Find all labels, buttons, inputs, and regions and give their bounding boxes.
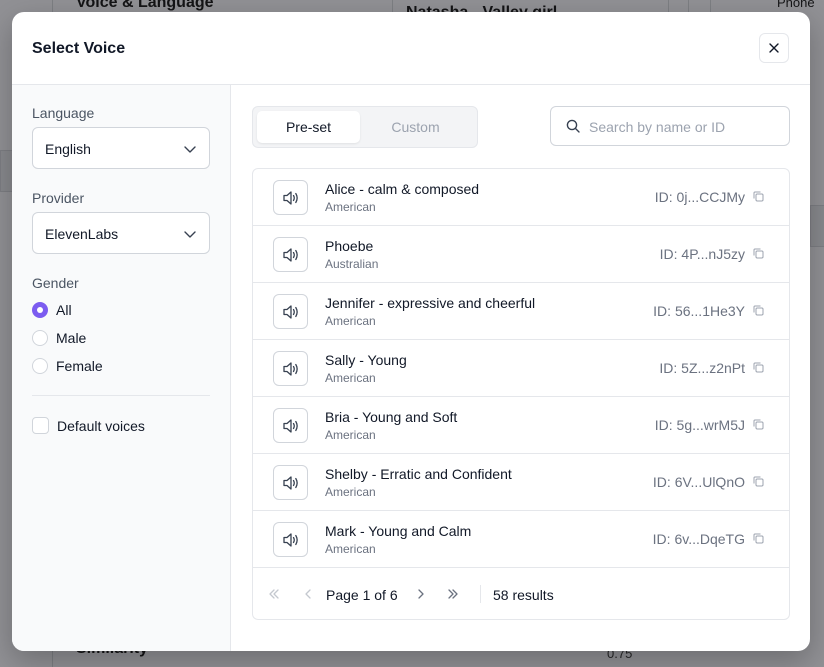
copy-icon[interactable] xyxy=(753,248,764,259)
play-preview-button[interactable] xyxy=(273,465,308,500)
speaker-icon xyxy=(282,190,298,205)
search-input[interactable] xyxy=(587,115,781,139)
search-icon xyxy=(566,119,580,133)
pagination: Page 1 of 6 58 results xyxy=(253,569,789,619)
speaker-icon xyxy=(282,532,298,547)
speaker-icon xyxy=(282,361,298,376)
speaker-icon xyxy=(282,304,298,319)
voice-id: ID: 4P...nJ5zy xyxy=(659,246,745,262)
last-page-icon[interactable] xyxy=(446,587,460,601)
radio-button[interactable] xyxy=(32,302,48,318)
provider-select[interactable]: ElevenLabs xyxy=(32,212,210,254)
voice-id: ID: 6v...DqeTG xyxy=(652,531,745,547)
previous-page-icon[interactable] xyxy=(301,587,315,601)
copy-icon[interactable] xyxy=(753,419,764,430)
chevron-down-icon xyxy=(184,146,196,153)
play-preview-button[interactable] xyxy=(273,351,308,386)
copy-icon[interactable] xyxy=(753,362,764,373)
speaker-icon xyxy=(282,418,298,433)
play-preview-button[interactable] xyxy=(273,522,308,557)
results-count: 58 results xyxy=(493,587,554,603)
gender-label: Gender xyxy=(32,275,79,291)
voice-accent: American xyxy=(325,371,376,385)
play-preview-button[interactable] xyxy=(273,237,308,272)
voice-accent: American xyxy=(325,200,376,214)
voice-row[interactable]: Shelby - Erratic and Confident American … xyxy=(253,454,789,511)
voice-row[interactable]: Phoebe Australian ID: 4P...nJ5zy xyxy=(253,226,789,283)
language-select[interactable]: English xyxy=(32,127,210,169)
default-voices-label: Default voices xyxy=(57,417,145,434)
radio-label: Male xyxy=(56,330,87,346)
radio-label: All xyxy=(56,302,72,318)
first-page-icon[interactable] xyxy=(267,587,281,601)
voice-name: Shelby - Erratic and Confident xyxy=(325,466,512,482)
radio-button[interactable] xyxy=(32,330,48,346)
modal-header: Select Voice xyxy=(12,12,810,85)
play-preview-button[interactable] xyxy=(273,180,308,215)
default-voices-checkbox[interactable] xyxy=(32,417,49,434)
voice-row[interactable]: Alice - calm & composed American ID: 0j.… xyxy=(253,169,789,226)
language-value: English xyxy=(45,141,91,157)
voice-id: ID: 5Z...z2nPt xyxy=(659,360,745,376)
voice-accent: American xyxy=(325,314,376,328)
gender-radio-female[interactable]: Female xyxy=(32,356,103,376)
radio-label: Female xyxy=(56,358,103,374)
tab-preset[interactable]: Pre-set xyxy=(257,111,360,143)
select-voice-modal: Select Voice Language English Provider E… xyxy=(12,12,810,651)
copy-icon[interactable] xyxy=(753,191,764,202)
language-label: Language xyxy=(32,105,95,121)
voice-name: Bria - Young and Soft xyxy=(325,409,458,425)
voice-row[interactable]: Jennifer - expressive and cheerful Ameri… xyxy=(253,283,789,340)
voice-name: Sally - Young xyxy=(325,352,407,368)
voice-name: Phoebe xyxy=(325,238,374,254)
voice-accent: American xyxy=(325,428,376,442)
voice-accent: American xyxy=(325,485,376,499)
close-icon xyxy=(769,43,779,53)
copy-icon[interactable] xyxy=(753,305,764,316)
voice-name: Mark - Young and Calm xyxy=(325,523,472,539)
voice-source-tabs: Pre-set Custom xyxy=(252,106,478,148)
sidebar-divider xyxy=(32,395,210,396)
voice-name: Jennifer - expressive and cheerful xyxy=(325,295,536,311)
copy-icon[interactable] xyxy=(753,533,764,544)
speaker-icon xyxy=(282,475,298,490)
close-button[interactable] xyxy=(759,33,789,63)
voice-id: ID: 5g...wrM5J xyxy=(654,417,745,433)
voice-id: ID: 0j...CCJMy xyxy=(654,189,745,205)
pagination-divider xyxy=(480,585,481,603)
modal-title: Select Voice xyxy=(32,40,126,57)
voice-row[interactable]: Sally - Young American ID: 5Z...z2nPt xyxy=(253,340,789,397)
tab-custom[interactable]: Custom xyxy=(364,111,467,143)
voice-list: Alice - calm & composed American ID: 0j.… xyxy=(252,168,790,620)
voice-row[interactable]: Mark - Young and Calm American ID: 6v...… xyxy=(253,511,789,568)
page-indicator: Page 1 of 6 xyxy=(326,587,398,603)
next-page-icon[interactable] xyxy=(414,587,428,601)
default-voices-toggle[interactable]: Default voices xyxy=(32,417,145,434)
play-preview-button[interactable] xyxy=(273,408,308,443)
play-preview-button[interactable] xyxy=(273,294,308,329)
voice-accent: American xyxy=(325,542,376,556)
radio-button[interactable] xyxy=(32,358,48,374)
voice-accent: Australian xyxy=(325,257,379,271)
voice-id: ID: 56...1He3Y xyxy=(653,303,745,319)
search-box xyxy=(550,106,790,146)
provider-value: ElevenLabs xyxy=(45,226,119,242)
provider-label: Provider xyxy=(32,190,85,206)
gender-radio-male[interactable]: Male xyxy=(32,328,86,348)
voice-id: ID: 6V...UlQnO xyxy=(652,474,745,490)
chevron-down-icon xyxy=(184,231,196,238)
speaker-icon xyxy=(282,247,298,262)
voice-row[interactable]: Bria - Young and Soft American ID: 5g...… xyxy=(253,397,789,454)
copy-icon[interactable] xyxy=(753,476,764,487)
filter-sidebar: Language English Provider ElevenLabs Gen… xyxy=(12,85,231,651)
voice-name: Alice - calm & composed xyxy=(325,181,480,197)
gender-radio-all[interactable]: All xyxy=(32,300,72,320)
